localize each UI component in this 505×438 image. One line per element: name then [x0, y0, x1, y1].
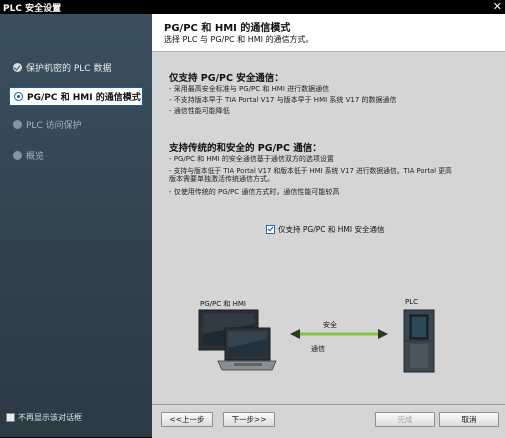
sidebar-item-confidential-data[interactable]: 保护机密的 PLC 数据 — [13, 58, 111, 76]
wizard-footer: <<上一步 下一步>> 完成 取消 — [152, 404, 505, 438]
cancel-button[interactable]: 取消 — [439, 412, 499, 427]
sidebar-item-overview[interactable]: 概览 — [13, 146, 44, 164]
sidebar: 保护机密的 PLC 数据 PG/PC 和 HMI 的通信模式 PLC 访问保护 … — [0, 14, 152, 437]
dont-show-again-label: 不再显示该对话框 — [18, 413, 82, 422]
close-icon[interactable]: ✕ — [493, 0, 502, 13]
sidebar-item-communication-mode[interactable]: PG/PC 和 HMI 的通信模式 — [9, 87, 143, 106]
check-circle-icon — [13, 62, 22, 72]
sidebar-item-label: PG/PC 和 HMI 的通信模式 — [27, 93, 141, 103]
sidebar-item-label: 保护机密的 PLC 数据 — [26, 63, 112, 74]
plc-device-icon — [403, 309, 435, 373]
double-arrow-icon — [290, 329, 388, 339]
next-button[interactable]: 下一步>> — [223, 412, 275, 427]
page-title: PG/PC 和 HMI 的通信模式 — [164, 23, 291, 34]
main-content: 仅支持 PG/PC 安全通信： - 采用最高安全标准与 PG/PC 和 HMI … — [152, 51, 505, 404]
page-subtitle: 选择 PLC 与 PG/PC 和 HMI 的通信方式。 — [164, 35, 314, 44]
laptop-icon — [217, 327, 277, 371]
page-header: PG/PC 和 HMI 的通信模式 选择 PLC 与 PG/PC 和 HMI 的… — [152, 14, 505, 51]
window-title: PLC 安全设置 — [3, 4, 62, 14]
step-circle-icon — [13, 150, 22, 160]
sidebar-item-label: PLC 访问保护 — [26, 120, 82, 131]
step-circle-icon — [13, 119, 22, 129]
title-bar: PLC 安全设置 ✕ — [0, 0, 505, 14]
communication-diagram — [198, 309, 435, 373]
dont-show-again-checkbox[interactable]: 不再显示该对话框 — [6, 412, 82, 423]
sidebar-item-access-protection[interactable]: PLC 访问保护 — [13, 115, 82, 133]
finish-button[interactable]: 完成 — [375, 412, 435, 427]
sidebar-item-label: 概览 — [26, 151, 45, 162]
current-step-icon — [14, 92, 23, 101]
checkbox-box[interactable] — [6, 413, 15, 422]
back-button[interactable]: <<上一步 — [161, 412, 213, 427]
